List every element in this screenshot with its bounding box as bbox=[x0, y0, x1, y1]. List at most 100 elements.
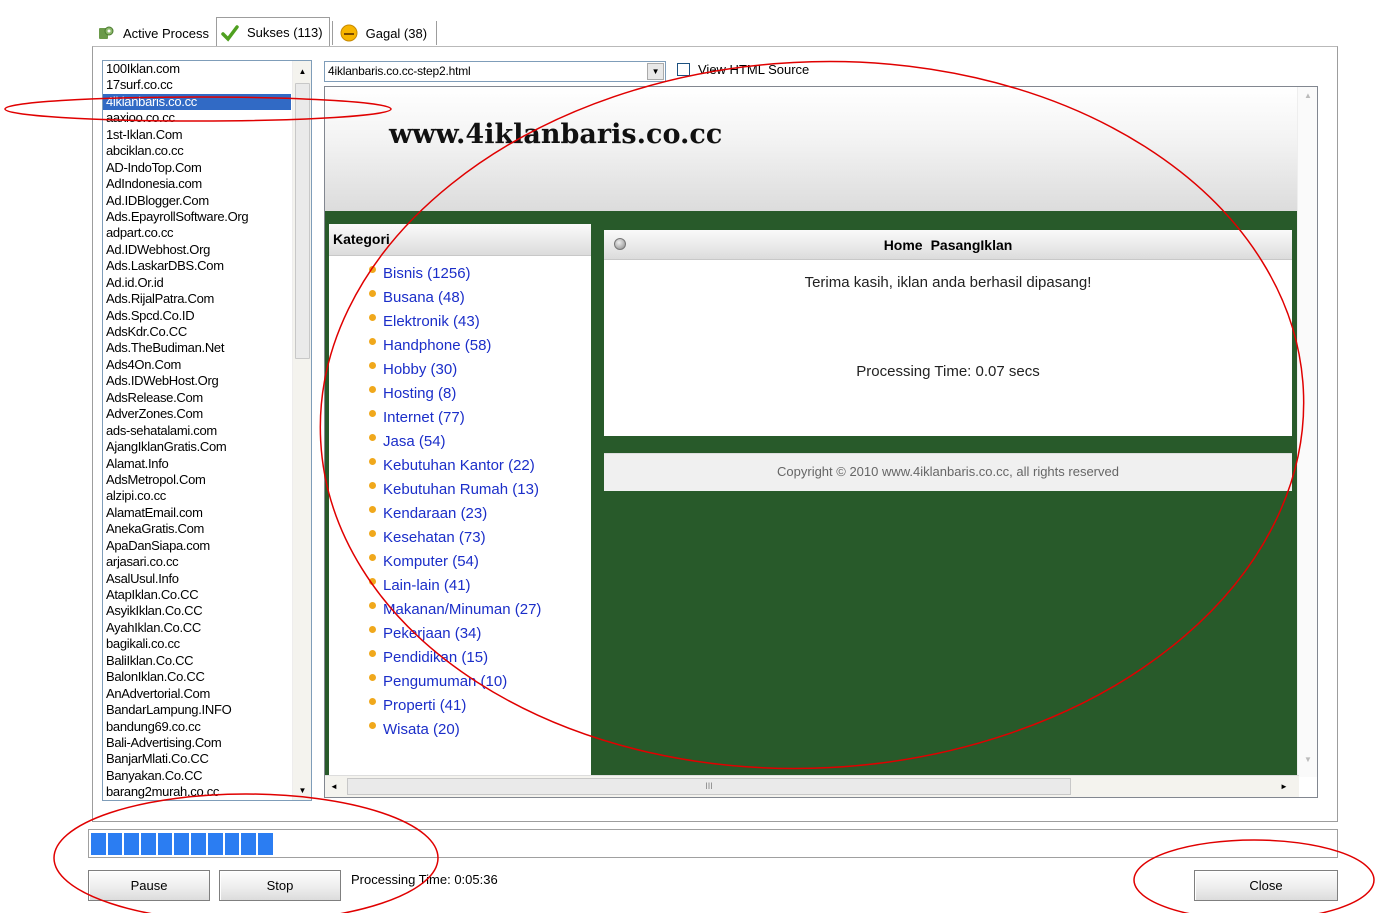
preview-vertical-scrollbar[interactable]: ▲ ▼ bbox=[1297, 87, 1317, 777]
kategori-link[interactable]: Kebutuhan Kantor (22) bbox=[367, 454, 591, 478]
site-list-item[interactable]: AdverZones.Com bbox=[103, 406, 291, 422]
site-list-item[interactable]: AyahIklan.Co.CC bbox=[103, 620, 291, 636]
scroll-down-arrow-icon[interactable]: ▼ bbox=[1298, 755, 1317, 773]
kategori-link[interactable]: Internet (77) bbox=[367, 406, 591, 430]
kategori-label: Wisata (20) bbox=[383, 721, 460, 738]
tab-active-process[interactable]: Active Process bbox=[92, 19, 216, 47]
kategori-link[interactable]: Properti (41) bbox=[367, 694, 591, 718]
checkbox-box[interactable] bbox=[677, 62, 690, 76]
site-list[interactable]: 100Iklan.com 17surf.co.cc 4iklanbaris.co.c… bbox=[102, 60, 312, 801]
site-list-item[interactable]: bandung69.co.cc bbox=[103, 719, 291, 735]
kategori-link[interactable]: Elektronik (43) bbox=[367, 310, 591, 334]
kategori-link[interactable]: Lain-lain (41) bbox=[367, 574, 591, 598]
site-list-item[interactable]: 100Iklan.com bbox=[103, 61, 291, 77]
site-list-item[interactable]: Ads.Spcd.Co.ID bbox=[103, 308, 291, 324]
site-list-item[interactable]: ads-sehatalami.com bbox=[103, 423, 291, 439]
site-header: www.4iklanbaris.co.cc bbox=[325, 87, 1299, 211]
kategori-link[interactable]: Bisnis (1256) bbox=[367, 262, 591, 286]
progress-block bbox=[157, 833, 173, 855]
kategori-label: Hobby (30) bbox=[383, 361, 458, 378]
hscroll-thumb[interactable]: III bbox=[347, 778, 1071, 795]
sad-face-icon bbox=[340, 24, 358, 42]
tab-sukses[interactable]: Sukses (113) bbox=[215, 17, 330, 47]
site-list-item[interactable]: Ad.id.Or.id bbox=[103, 275, 291, 291]
kategori-link[interactable]: Kesehatan (73) bbox=[367, 526, 591, 550]
kategori-link[interactable]: Makanan/Minuman (27) bbox=[367, 598, 591, 622]
scroll-left-arrow-icon[interactable]: ◄ bbox=[325, 776, 343, 797]
close-button[interactable]: Close bbox=[1194, 870, 1338, 901]
tab-gagal[interactable]: Gagal (38) bbox=[335, 19, 434, 47]
scroll-down-arrow-icon[interactable]: ▼ bbox=[293, 780, 311, 800]
site-list-item[interactable]: AD-IndoTop.Com bbox=[103, 160, 291, 176]
site-list-scrollbar[interactable]: ▲ ▼ bbox=[292, 61, 311, 800]
site-list-item[interactable]: BanjarMlati.Co.CC bbox=[103, 751, 291, 767]
site-list-item[interactable]: Ads.IDWebHost.Org bbox=[103, 373, 291, 389]
bullet-icon bbox=[369, 674, 376, 681]
kategori-label: Kesehatan (73) bbox=[383, 529, 486, 546]
site-list-item[interactable]: AdIndonesia.com bbox=[103, 176, 291, 192]
site-list-item[interactable]: AlamatEmail.com bbox=[103, 505, 291, 521]
site-list-item[interactable]: Alamat.Info bbox=[103, 456, 291, 472]
preview-horizontal-scrollbar[interactable]: ◄ III ► bbox=[325, 775, 1299, 797]
kategori-link[interactable]: Jasa (54) bbox=[367, 430, 591, 454]
view-html-source-checkbox[interactable]: View HTML Source bbox=[677, 60, 809, 78]
kategori-label: Hosting (8) bbox=[383, 385, 457, 402]
site-list-item[interactable]: AsyikIklan.Co.CC bbox=[103, 603, 291, 619]
site-list-item[interactable]: Ad.IDWebhost.Org bbox=[103, 242, 291, 258]
site-list-item[interactable]: AtapIklan.Co.CC bbox=[103, 587, 291, 603]
site-list-item[interactable]: AdsMetropol.Com bbox=[103, 472, 291, 488]
site-list-item[interactable]: Bali-Advertising.Com bbox=[103, 735, 291, 751]
progress-block bbox=[174, 833, 190, 855]
site-list-item[interactable]: Ads.LaskarDBS.Com bbox=[103, 258, 291, 274]
site-list-item[interactable]: bagikali.co.cc bbox=[103, 636, 291, 652]
site-list-item[interactable]: 4iklanbaris.co.cc bbox=[103, 93, 291, 111]
scroll-up-arrow-icon[interactable]: ▲ bbox=[293, 61, 311, 81]
site-list-item[interactable]: adpart.co.cc bbox=[103, 225, 291, 241]
nav-pasangiklan-link[interactable]: PasangIklan bbox=[931, 237, 1013, 253]
site-list-item[interactable]: aaxioo.co.cc bbox=[103, 110, 291, 126]
site-list-item[interactable]: abciklan.co.cc bbox=[103, 143, 291, 159]
site-list-item[interactable]: Ads4On.Com bbox=[103, 357, 291, 373]
site-list-item[interactable]: 1st-Iklan.Com bbox=[103, 127, 291, 143]
site-list-item[interactable]: BandarLampung.INFO bbox=[103, 702, 291, 718]
kategori-link[interactable]: Kendaraan (23) bbox=[367, 502, 591, 526]
chevron-down-icon[interactable]: ▼ bbox=[647, 63, 664, 80]
scroll-right-arrow-icon[interactable]: ► bbox=[1275, 776, 1293, 797]
kategori-link[interactable]: Pengumuman (10) bbox=[367, 670, 591, 694]
site-list-item[interactable]: ApaDanSiapa.com bbox=[103, 538, 291, 554]
kategori-link[interactable]: Handphone (58) bbox=[367, 334, 591, 358]
scroll-thumb[interactable] bbox=[295, 83, 310, 359]
site-list-item[interactable]: AsalUsul.Info bbox=[103, 571, 291, 587]
kategori-link[interactable]: Pekerjaan (34) bbox=[367, 622, 591, 646]
site-list-item[interactable]: BalonIklan.Co.CC bbox=[103, 669, 291, 685]
site-list-item[interactable]: AnAdvertorial.Com bbox=[103, 686, 291, 702]
pause-button[interactable]: Pause bbox=[88, 870, 210, 901]
kategori-link[interactable]: Komputer (54) bbox=[367, 550, 591, 574]
site-list-item[interactable]: Ads.RijalPatra.Com bbox=[103, 291, 291, 307]
site-list-item[interactable]: AjangIklanGratis.Com bbox=[103, 439, 291, 455]
site-list-item[interactable]: Banyakan.Co.CC bbox=[103, 768, 291, 784]
kategori-link[interactable]: Kebutuhan Rumah (13) bbox=[367, 478, 591, 502]
site-list-item[interactable]: BaliIklan.Co.CC bbox=[103, 653, 291, 669]
site-list-item[interactable]: alzipi.co.cc bbox=[103, 488, 291, 504]
kategori-link[interactable]: Hobby (30) bbox=[367, 358, 591, 382]
kategori-link[interactable]: Hosting (8) bbox=[367, 382, 591, 406]
site-list-item[interactable]: Ad.IDBlogger.Com bbox=[103, 193, 291, 209]
kategori-label: Jasa (54) bbox=[383, 433, 446, 450]
site-list-item[interactable]: Ads.TheBudiman.Net bbox=[103, 340, 291, 356]
kategori-link[interactable]: Wisata (20) bbox=[367, 718, 591, 742]
nav-home-link[interactable]: Home bbox=[884, 237, 923, 253]
page-select[interactable]: 4iklanbaris.co.cc-step2.html ▼ bbox=[324, 61, 666, 82]
scroll-up-arrow-icon[interactable]: ▲ bbox=[1298, 91, 1317, 109]
site-list-item[interactable]: AnekaGratis.Com bbox=[103, 521, 291, 537]
site-list-item[interactable]: barang2murah.co.cc bbox=[103, 784, 291, 800]
stop-button[interactable]: Stop bbox=[219, 870, 341, 901]
bullet-icon bbox=[369, 362, 376, 369]
site-list-item[interactable]: Ads.EpayrollSoftware.Org bbox=[103, 209, 291, 225]
site-list-item[interactable]: arjasari.co.cc bbox=[103, 554, 291, 570]
site-list-item[interactable]: 17surf.co.cc bbox=[103, 77, 291, 93]
site-list-item[interactable]: AdsKdr.Co.CC bbox=[103, 324, 291, 340]
site-list-item[interactable]: AdsRelease.Com bbox=[103, 390, 291, 406]
kategori-link[interactable]: Busana (48) bbox=[367, 286, 591, 310]
kategori-link[interactable]: Pendidikan (15) bbox=[367, 646, 591, 670]
